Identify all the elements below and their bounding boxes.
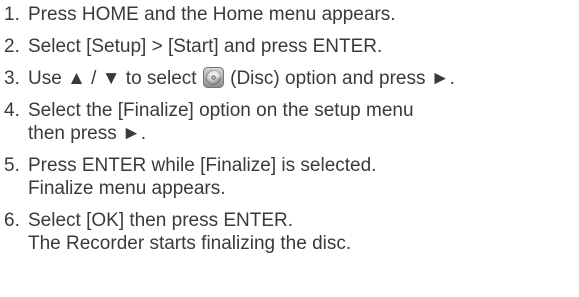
step-text-line-1: Select [OK] then press ENTER. xyxy=(28,210,294,231)
step-text-line-2: then press ►. xyxy=(28,123,147,144)
step-number: 4. xyxy=(4,100,20,121)
step-text-line-1: Press ENTER while [Finalize] is selected… xyxy=(28,155,377,176)
step-5: 5. Press ENTER while [Finalize] is selec… xyxy=(0,154,579,200)
step-number: 1. xyxy=(4,4,20,25)
step-text-after-icon: (Disc) option and press ►. xyxy=(230,68,455,89)
step-text: Press HOME and the Home menu appears. xyxy=(28,4,396,25)
step-2: 2. Select [Setup] > [Start] and press EN… xyxy=(0,35,579,58)
step-1: 1. Press HOME and the Home menu appears. xyxy=(0,3,579,26)
step-number: 6. xyxy=(4,210,20,231)
step-text-line-1: Select the [Finalize] option on the setu… xyxy=(28,100,414,121)
disc-icon xyxy=(202,67,224,88)
step-3: 3. Use ▲ / ▼ to select (Disc) option and… xyxy=(0,67,579,90)
step-text-line-2: The Recorder starts finalizing the disc. xyxy=(28,233,352,254)
step-text-line-2: Finalize menu appears. xyxy=(28,178,226,199)
step-number: 5. xyxy=(4,155,20,176)
step-text-before-icon: Use ▲ / ▼ to select xyxy=(28,68,197,89)
step-6: 6. Select [OK] then press ENTER. The Rec… xyxy=(0,209,579,255)
finalize-steps-list: 1. Press HOME and the Home menu appears.… xyxy=(0,3,579,255)
step-number: 2. xyxy=(4,36,20,57)
step-text: Select [Setup] > [Start] and press ENTER… xyxy=(28,36,383,57)
instruction-page: 1. Press HOME and the Home menu appears.… xyxy=(0,0,579,297)
step-4: 4. Select the [Finalize] option on the s… xyxy=(0,99,579,145)
step-number: 3. xyxy=(4,68,20,89)
step-text: Use ▲ / ▼ to select (Disc) option and pr… xyxy=(28,67,579,90)
